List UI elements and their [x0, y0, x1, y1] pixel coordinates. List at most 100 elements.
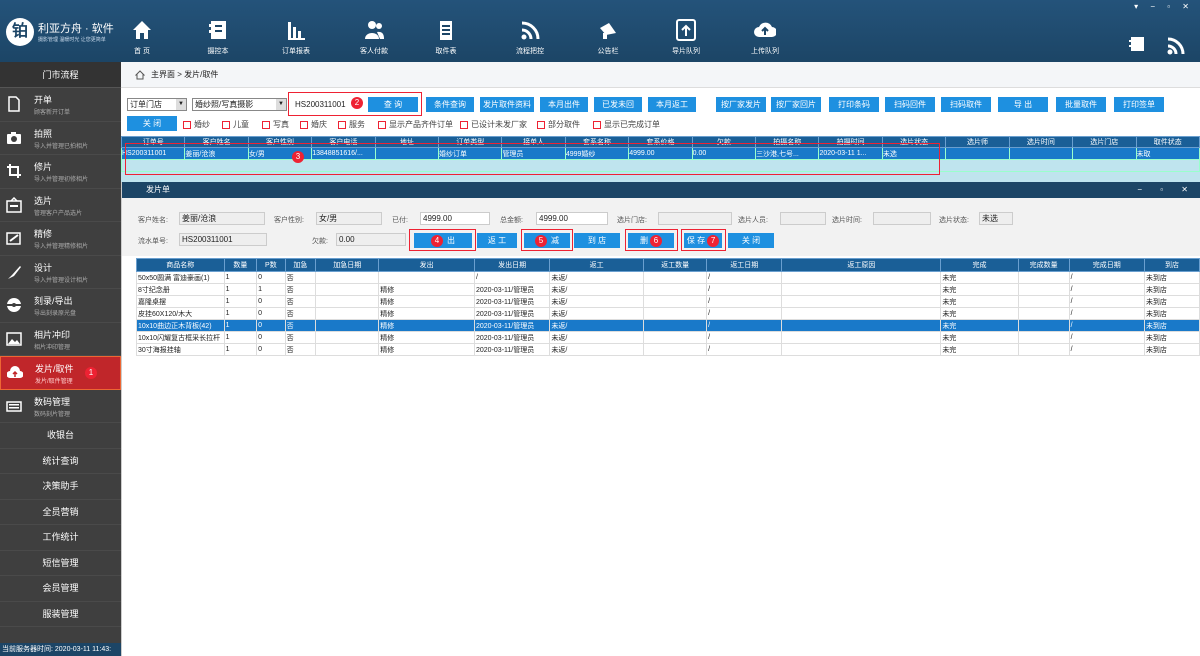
table-row[interactable]: 8寸纪念册 1 1 否精修 2020-03-11/管理员 未返// 未完 / 未到店: [136, 283, 1200, 296]
export-button[interactable]: 导 出: [998, 97, 1048, 112]
table-cell: 30寸海报挂轴: [136, 343, 225, 356]
pick-staff-field[interactable]: [780, 212, 826, 225]
month-shipped-button[interactable]: 本月出件: [540, 97, 588, 112]
table-cell: 未返/: [549, 319, 645, 332]
highlight-order-row: [125, 143, 940, 175]
sidebar-costume[interactable]: 服装管理: [0, 602, 121, 627]
scan-pickup-button[interactable]: 扫码取件: [941, 97, 991, 112]
table-cell: /: [706, 331, 783, 344]
nav-book[interactable]: 摄控本: [178, 18, 258, 60]
pick-store-field[interactable]: [658, 212, 732, 225]
check-children[interactable]: 儿童: [222, 119, 249, 130]
sidebar-item-title: 精修: [34, 229, 53, 239]
window-controls[interactable]: ▾ − ▫ ✕: [1134, 2, 1194, 11]
table-cell: [1017, 319, 1070, 332]
month-rework-button[interactable]: 本月返工: [648, 97, 696, 112]
check-service[interactable]: 服务: [338, 119, 365, 130]
check-wedding[interactable]: 婚纱: [183, 119, 210, 130]
serial-field[interactable]: HS200311001: [179, 233, 267, 246]
close-button[interactable]: 关 闭: [127, 116, 177, 131]
sidebar-item-sub: 顾客新开订单: [34, 110, 71, 116]
sidebar-item-sub: 导出刻录原光盘: [34, 311, 77, 317]
store-select[interactable]: 订单门店 ▼: [127, 98, 187, 111]
scan-return-button[interactable]: 扫码回件: [885, 97, 935, 112]
nav-home[interactable]: 首 页: [102, 18, 182, 60]
nav-process-control[interactable]: 流程把控: [490, 18, 570, 60]
check-portrait[interactable]: 写真: [262, 119, 289, 130]
sidebar-item-title: 设计: [34, 262, 53, 273]
paid-field[interactable]: 4999.00: [420, 212, 490, 225]
check-partial-pickup[interactable]: 部分取件: [537, 119, 580, 130]
sidebar-decision-helper[interactable]: 决策助手: [0, 474, 121, 500]
nav-customer-payment[interactable]: 客人付款: [334, 18, 414, 60]
condition-query-button[interactable]: 条件查询: [426, 97, 474, 112]
nav-export-queue[interactable]: 导片队列: [646, 18, 726, 60]
sidebar-members[interactable]: 会员管理: [0, 576, 121, 602]
customer-gender-field[interactable]: 女/男: [316, 212, 382, 225]
table-cell: [781, 319, 942, 332]
pick-status-field[interactable]: 未选: [979, 212, 1013, 225]
table-row[interactable]: 10x10闪耀复古框采长拉杆 1 0 否 精修 2020-03-11/管理员 未返/ / 未完 /…: [136, 331, 1200, 344]
table-cell: [315, 307, 380, 320]
print-barcode-button[interactable]: 打印条码: [829, 97, 879, 112]
table-row[interactable]: 30寸海报挂轴 1 0 否精修 2020-03-11/管理员 未返// 未完 / 未到店: [136, 343, 1200, 356]
sidebar-item-open-order[interactable]: 开单 顾客新开订单: [0, 88, 121, 122]
owed-field[interactable]: 0.00: [336, 233, 406, 246]
close-window-button[interactable]: 关 闭: [728, 233, 774, 248]
sidebar-work-stats[interactable]: 工作统计: [0, 525, 121, 551]
sidebar-item-design[interactable]: 设计 导入并管理设计相片: [0, 256, 121, 289]
window-controls[interactable]: − ▫ ✕: [1137, 182, 1196, 198]
check-wedding-service[interactable]: 婚庆: [300, 119, 327, 130]
delete-button[interactable]: 删6: [628, 233, 674, 248]
sidebar-item-photo-shoot[interactable]: 拍照 导入并管理已拍相片: [0, 122, 121, 155]
table-cell: 未返/: [549, 283, 645, 296]
save-button[interactable]: 保 存7: [684, 233, 722, 248]
reduce-button[interactable]: 5减: [524, 233, 570, 248]
table-cell: /: [1068, 343, 1145, 356]
table-row[interactable]: 嘉隆桌摆 1 0 否精修 2020-03-11/管理员 未返// 未完 / 未到店: [136, 295, 1200, 308]
table-row[interactable]: 皮挂60X120/木大 1 0 否精修 2020-03-11/管理员 未返// 未完 / 未到店: [136, 307, 1200, 320]
notebook-icon[interactable]: [1128, 36, 1146, 52]
sidebar-item-burn-export[interactable]: 刻录/导出 导出刻录原光盘: [0, 289, 121, 323]
batch-pickup-button[interactable]: 批量取件: [1056, 97, 1106, 112]
sidebar-item-digital[interactable]: 数码管理 数码刻片管理: [0, 390, 121, 423]
order-search-input[interactable]: HS200311001: [292, 98, 350, 111]
arrive-store-button[interactable]: 到 店: [574, 233, 620, 248]
sidebar-item-photo-print[interactable]: 相片冲印 相片冲印管理: [0, 323, 121, 356]
print-sign-button[interactable]: 打印签单: [1114, 97, 1164, 112]
check-complete-products[interactable]: 显示产品齐件订单: [378, 119, 453, 130]
sidebar-all-marketing[interactable]: 全员营销: [0, 500, 121, 525]
nav-pickup-list[interactable]: 取件表: [406, 18, 486, 60]
nav-bulletin[interactable]: 公告栏: [568, 18, 648, 60]
customer-name-field[interactable]: 姜丽/沧浪: [179, 212, 265, 225]
table-cell: [781, 307, 942, 320]
sidebar-item-fine-retouch[interactable]: 精修 导入并管理精修相片: [0, 222, 121, 256]
sidebar-item-send-pickup[interactable]: 发片/取件 发片/取件管理 1: [0, 356, 121, 390]
send-pickup-info-button[interactable]: 发片取件资料: [480, 97, 534, 112]
home-icon[interactable]: [135, 70, 145, 80]
total-field[interactable]: 4999.00: [536, 212, 608, 225]
check-designed-unsent[interactable]: 已设计未发厂家: [460, 119, 527, 130]
query-button[interactable]: 查 询: [368, 97, 418, 112]
send-out-button[interactable]: 4出: [414, 233, 472, 248]
check-show-finished[interactable]: 显示已完成订单: [593, 119, 660, 130]
send-by-factory-button[interactable]: 按厂家发片: [716, 97, 766, 112]
table-cell: 否: [284, 283, 317, 296]
sent-not-returned-button[interactable]: 已发未回: [594, 97, 642, 112]
package-select[interactable]: 婚纱照/写真摄影 ▼: [192, 98, 287, 111]
nav-orders-report[interactable]: 订单报表: [256, 18, 336, 60]
rework-button[interactable]: 返 工: [477, 233, 517, 248]
sidebar-item-sub: 导入并管理初修相片: [34, 177, 89, 183]
table-row[interactable]: 50x50圆满 富迪豪画(1) 1 0 否 / 未返// 未完 / 未到店: [136, 271, 1200, 284]
sidebar-cashier[interactable]: 收银台: [0, 423, 121, 449]
sidebar-item-select[interactable]: 选片 管理客户产品选片: [0, 189, 121, 222]
sidebar-sms[interactable]: 短信管理: [0, 551, 121, 576]
signal-icon[interactable]: [1166, 36, 1186, 56]
sidebar-stats-query[interactable]: 统计查询: [0, 449, 121, 474]
table-cell: [643, 295, 708, 308]
nav-upload-queue[interactable]: 上传队列: [725, 18, 805, 60]
return-by-factory-button[interactable]: 按厂家回片: [771, 97, 821, 112]
table-row[interactable]: 10x10曲边正木背板(42) 1 0 否 精修 2020-03-11/管理员 未返/ / 未完…: [136, 319, 1200, 332]
pick-time-field[interactable]: [873, 212, 931, 225]
sidebar-item-retouch[interactable]: 修片 导入并管理初修相片: [0, 155, 121, 189]
